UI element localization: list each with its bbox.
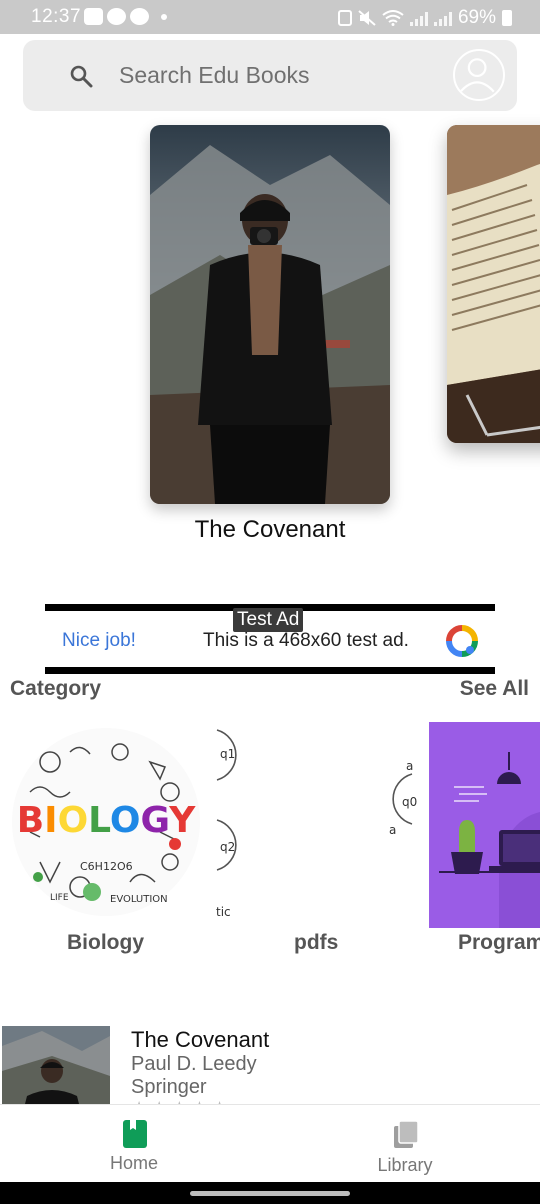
signal-icon-2 [433,10,452,26]
featured-book-cover[interactable] [150,125,390,504]
programming-thumbnail [429,722,540,928]
library-icon [394,1120,419,1148]
pdfs-thumb-a-top: a [406,759,413,773]
biology-doodle-image: BIOLOGY C6H12O6 EVOLUTION LIFE [12,728,200,916]
mute-icon [358,10,376,26]
category-label-programming: Program [458,931,540,954]
category-label-biology: Biology [67,931,144,954]
status-notification-icons [84,8,167,25]
pdfs-thumb-q0: q0 [402,795,417,809]
featured-book-cover-2[interactable] [447,125,540,443]
category-label-pdfs: pdfs [294,931,339,954]
status-system-icons: 69% [337,7,512,29]
signal-icon [409,10,428,26]
featured-book-title: The Covenant [194,516,346,543]
open-book-image [447,125,540,443]
alarm-icon [337,10,352,26]
book-cover-image [2,1026,110,1106]
photographer-image [150,125,390,504]
ad-nice-job: Nice job! [62,630,136,651]
battery-percent: 69% [457,7,496,28]
whatsapp-icon [107,8,126,25]
ad-text: This is a 468x60 test ad. [203,630,409,651]
svg-text:C6H12O6: C6H12O6 [80,860,133,873]
biology-thumbnail: BIOLOGY C6H12O6 EVOLUTION LIFE [10,722,202,920]
search-icon [70,65,93,88]
category-heading: Category [10,677,102,700]
battery-icon [502,10,512,26]
pdfs-thumb-a-bottom: a [389,823,396,837]
system-gesture-bar [0,1182,540,1204]
book-author: Paul D. Leedy [131,1053,257,1075]
pdfs-thumb-tic: tic [216,905,231,919]
messages-icon [130,8,149,25]
svg-text:BIOLOGY: BIOLOGY [17,800,197,841]
see-all-link[interactable]: See All [460,677,529,701]
nav-home[interactable]: Home [84,1113,184,1177]
book-title: The Covenant [131,1027,270,1052]
book-publisher: Springer [131,1076,207,1098]
youtube-icon [84,8,103,25]
workspace-illustration [439,752,540,928]
book-thumbnail [2,1026,110,1106]
pdfs-thumb-q2: q2 [220,840,235,854]
status-bar: 12:37 69% [0,0,540,34]
svg-text:LIFE: LIFE [50,893,69,903]
nav-library[interactable]: Library [355,1113,455,1177]
book-list-item[interactable]: The Covenant Paul D. Leedy Springer ★★★★… [0,1016,540,1106]
flowchart-image: q1 q2 a q0 a tic [216,729,417,919]
ad-label: Test Ad [233,608,304,632]
home-book-icon [123,1120,147,1148]
search-bar[interactable]: Search Edu Books [23,40,517,111]
nav-home-label: Home [109,1153,158,1173]
app-screen: 12:37 69% Search Edu Books The Covenant … [0,0,540,1204]
home-gesture-handle[interactable] [190,1191,350,1196]
pdfs-thumbnail: q1 q2 a q0 a tic [212,722,424,920]
search-input[interactable]: Search Edu Books [119,62,310,89]
bottom-navigation: Home Library [0,1104,540,1182]
featured-carousel[interactable]: The Covenant [0,122,540,552]
profile-avatar-icon[interactable] [453,49,505,101]
pdfs-thumb-q1: q1 [220,747,235,761]
status-time: 12:37 [31,6,82,27]
more-notifications-icon [161,13,167,20]
ad-logo-icon [446,625,478,657]
nav-library-label: Library [377,1155,433,1175]
wifi-icon [382,10,404,26]
svg-text:EVOLUTION: EVOLUTION [110,894,168,905]
